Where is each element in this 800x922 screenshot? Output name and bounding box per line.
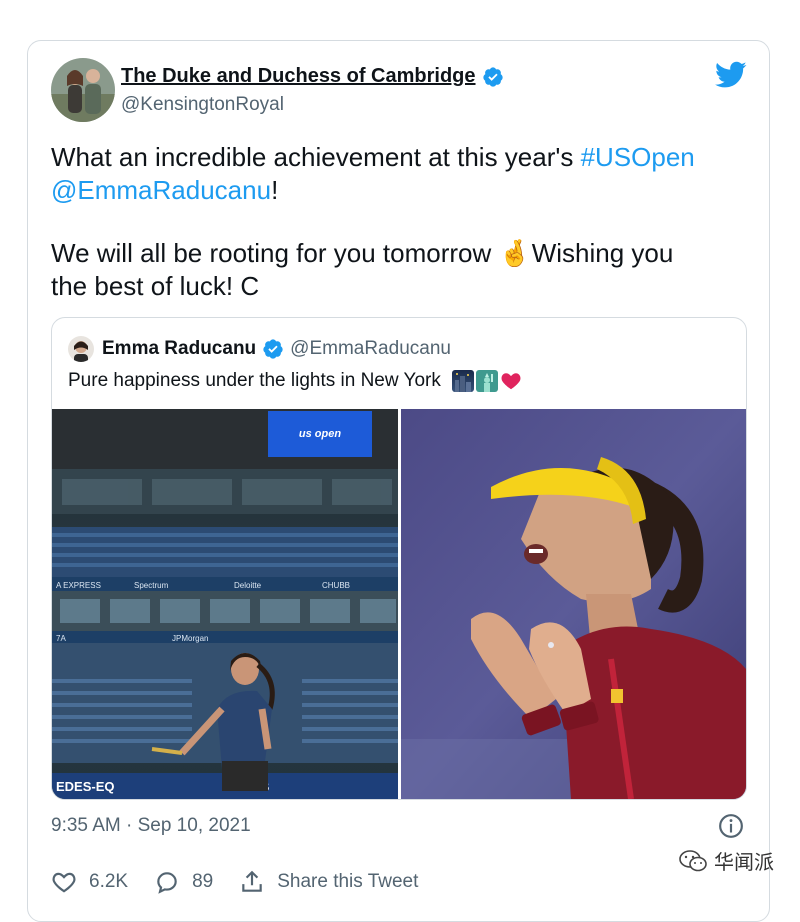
red-heart-icon <box>500 370 522 392</box>
mention-emmaraducanu-link[interactable]: @EmmaRaducanu <box>51 175 271 205</box>
sponsor-deloitte-text: Deloitte <box>234 581 262 590</box>
tweet-text-line3-suffix: Wishing you <box>524 238 674 268</box>
reply-button[interactable]: 89 <box>154 869 213 895</box>
banner-left-text: EDES-EQ <box>56 779 115 794</box>
sponsor-side-text-2: 7A <box>56 634 66 643</box>
author-name-row: The Duke and Duchess of Cambridge <box>121 65 504 88</box>
author-avatar[interactable] <box>51 58 115 122</box>
sponsor-spectrum-text: Spectrum <box>134 581 169 590</box>
reply-bubble-icon <box>157 872 177 894</box>
sponsor-jpmorgan-text: JPMorgan <box>172 634 208 643</box>
sponsor-chubb-text: CHUBB <box>322 581 350 590</box>
like-button[interactable]: 6.2K <box>51 869 128 895</box>
verified-badge-icon <box>263 339 283 359</box>
heart-icon <box>52 872 76 893</box>
verified-badge-icon <box>482 66 503 87</box>
tweet-text-line4: the best of luck! C <box>51 271 260 301</box>
reply-count: 89 <box>192 871 214 892</box>
tweet-card: The Duke and Duchess of Cambridge @Kensi… <box>27 40 770 922</box>
quoted-photo-stadium[interactable]: us open A EXPRESS Spectrum Deloitte CHUB… <box>52 409 398 799</box>
wechat-logo-icon <box>679 849 707 871</box>
quoted-tweet[interactable]: Emma Raducanu @EmmaRaducanu Pure happine… <box>51 317 747 800</box>
sponsor-side-text: A EXPRESS <box>56 581 101 590</box>
quoted-tweet-emojis <box>452 370 522 392</box>
share-button[interactable]: Share this Tweet <box>239 869 418 895</box>
tweet-text-line3: We will all be rooting for you tomorrow <box>51 238 499 268</box>
crossed-fingers-icon: 🤞 <box>498 238 531 268</box>
quoted-tweet-header: Emma Raducanu @EmmaRaducanu <box>68 336 451 362</box>
info-icon[interactable] <box>718 813 744 839</box>
tweet-text-exclaim: ! <box>271 175 279 205</box>
tweet-timestamp[interactable]: 9:35 AM · Sep 10, 2021 <box>51 815 251 837</box>
share-label: Share this Tweet <box>277 871 419 892</box>
author-handle[interactable]: @KensingtonRoyal <box>121 94 284 116</box>
night-city-icon <box>452 370 475 392</box>
watermark-text: 华闻派 <box>714 852 774 874</box>
quoted-author-name[interactable]: Emma Raducanu <box>102 338 256 360</box>
quoted-tweet-text: Pure happiness under the lights in New Y… <box>68 370 441 392</box>
hashtag-usopen-link[interactable]: #USOpen <box>581 142 695 172</box>
like-count: 6.2K <box>89 871 129 892</box>
author-name[interactable]: The Duke and Duchess of Cambridge <box>121 65 476 88</box>
tweet-actions: 6.2K 89 Share this Tweet <box>51 869 444 895</box>
watermark: 华闻派 <box>678 846 774 875</box>
quoted-photo-portrait[interactable] <box>401 409 746 799</box>
statue-of-liberty-icon <box>476 370 499 392</box>
quoted-author-handle[interactable]: @EmmaRaducanu <box>290 338 451 360</box>
tweet-text-line1: What an incredible achievement at this y… <box>51 142 581 172</box>
share-upload-icon <box>242 870 262 892</box>
quoted-tweet-text-row: Pure happiness under the lights in New Y… <box>68 370 522 392</box>
quoted-author-avatar[interactable] <box>68 336 94 362</box>
twitter-bird-icon[interactable] <box>715 61 747 89</box>
scoreboard-text: us open <box>299 428 341 440</box>
tweet-body: What an incredible achievement at this y… <box>51 141 751 303</box>
